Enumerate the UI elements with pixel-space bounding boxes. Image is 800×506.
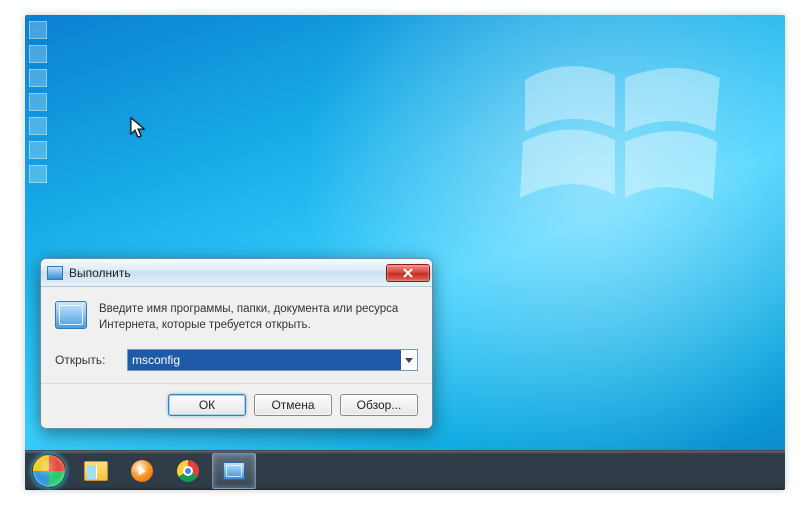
taskbar-item-explorer[interactable] bbox=[74, 453, 118, 489]
close-button[interactable] bbox=[386, 264, 430, 282]
ok-button[interactable]: ОК bbox=[168, 394, 246, 416]
run-title-icon bbox=[47, 266, 63, 280]
taskbar-item-run[interactable] bbox=[212, 453, 256, 489]
dialog-button-row: ОК Отмена Обзор... bbox=[41, 383, 432, 428]
start-button[interactable] bbox=[25, 451, 73, 491]
taskbar-item-wmp[interactable] bbox=[120, 453, 164, 489]
open-input-value[interactable]: msconfig bbox=[128, 350, 401, 370]
desktop-icons-rail bbox=[29, 15, 49, 189]
taskbar-items bbox=[73, 451, 257, 490]
run-dialog: Выполнить Введите имя программы, папки, … bbox=[40, 258, 433, 429]
open-combobox[interactable]: msconfig bbox=[127, 349, 418, 371]
dialog-instruction: Введите имя программы, папки, документа … bbox=[99, 301, 418, 333]
windows-logo-watermark bbox=[515, 50, 725, 225]
screenshot: Выполнить Введите имя программы, папки, … bbox=[0, 0, 800, 506]
chevron-down-icon[interactable] bbox=[401, 350, 417, 370]
desktop-icon[interactable] bbox=[29, 117, 47, 135]
cancel-button-label: Отмена bbox=[271, 398, 314, 412]
desktop-icon[interactable] bbox=[29, 45, 47, 63]
run-icon bbox=[223, 462, 245, 480]
desktop-icon[interactable] bbox=[29, 69, 47, 87]
desktop-icon[interactable] bbox=[29, 93, 47, 111]
dialog-title: Выполнить bbox=[69, 266, 386, 280]
explorer-icon bbox=[84, 461, 108, 481]
dialog-body: Введите имя программы, папки, документа … bbox=[41, 287, 432, 383]
chrome-icon bbox=[177, 460, 199, 482]
cancel-button[interactable]: Отмена bbox=[254, 394, 332, 416]
desktop-icon[interactable] bbox=[29, 21, 47, 39]
cursor-icon bbox=[130, 117, 146, 139]
dialog-titlebar[interactable]: Выполнить bbox=[41, 259, 432, 287]
browse-button-label: Обзор... bbox=[357, 398, 402, 412]
ok-button-label: ОК bbox=[199, 398, 215, 412]
open-label: Открыть: bbox=[55, 353, 115, 367]
media-player-icon bbox=[131, 460, 153, 482]
run-dialog-icon bbox=[55, 301, 87, 329]
taskbar bbox=[25, 450, 785, 490]
close-icon bbox=[403, 268, 413, 278]
desktop[interactable]: Выполнить Введите имя программы, папки, … bbox=[25, 15, 785, 490]
desktop-icon[interactable] bbox=[29, 141, 47, 159]
desktop-icon[interactable] bbox=[29, 165, 47, 183]
browse-button[interactable]: Обзор... bbox=[340, 394, 418, 416]
taskbar-item-chrome[interactable] bbox=[166, 453, 210, 489]
start-orb-icon bbox=[32, 454, 66, 488]
